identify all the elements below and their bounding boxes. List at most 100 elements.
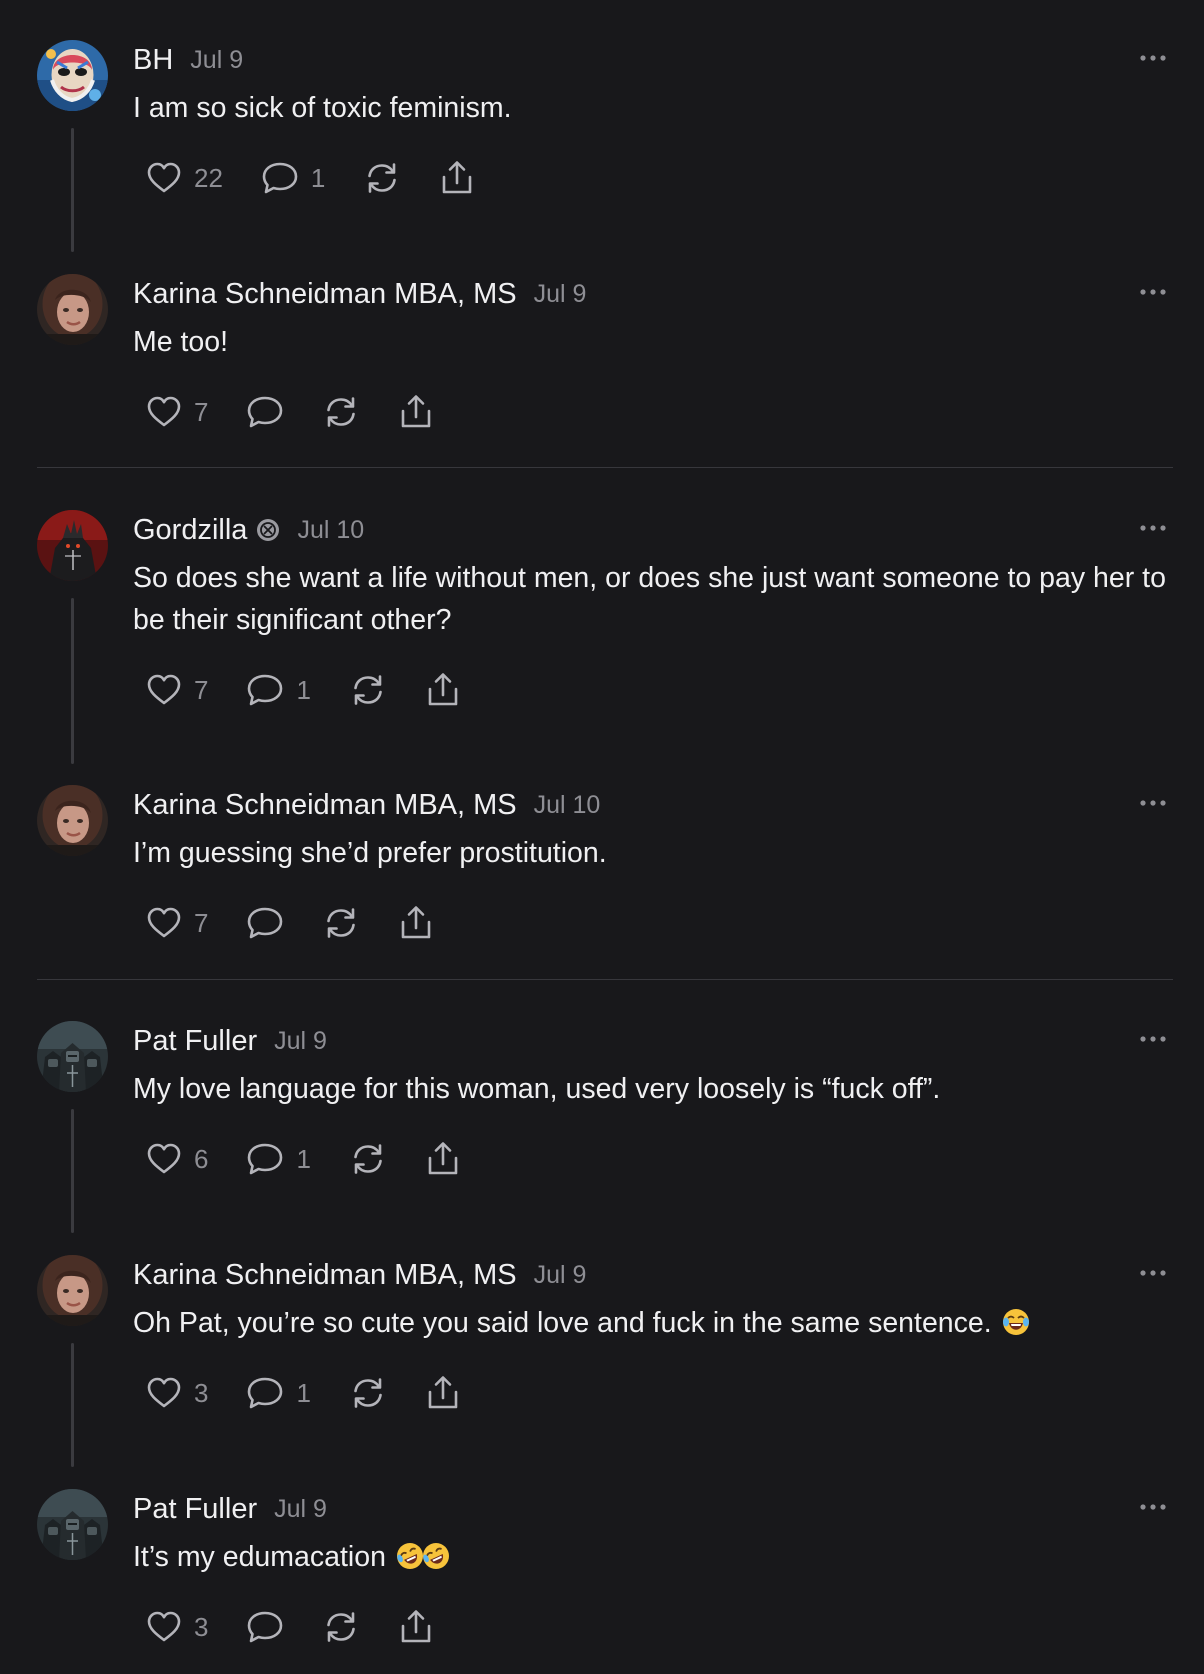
comment-date[interactable]: Jul 10 — [297, 516, 364, 545]
avatar[interactable] — [37, 1021, 108, 1092]
comment-icon — [246, 394, 284, 430]
more-options-icon[interactable] — [1136, 46, 1170, 70]
like-count: 3 — [194, 1377, 209, 1408]
comment-header: Gordzilla Jul 10 — [133, 510, 364, 550]
author-name[interactable]: Pat Fuller — [133, 1493, 257, 1526]
comment-actions: 7 — [146, 901, 434, 945]
rolling-on-floor-laughing-emoji-icon — [422, 1542, 450, 1570]
reply-count: 1 — [296, 674, 311, 705]
comment-actions: 7 — [146, 390, 434, 434]
author-name[interactable]: Karina Schneidman MBA, MS — [133, 789, 517, 822]
heart-icon — [146, 394, 182, 430]
reply-button[interactable] — [246, 1605, 284, 1649]
comment-item: Karina Schneidman MBA, MS Jul 9 Oh Pat, … — [0, 1215, 1204, 1467]
comment-text: Me too! — [133, 326, 229, 358]
comment-date[interactable]: Jul 10 — [534, 791, 601, 820]
heart-icon — [146, 1609, 182, 1645]
comment-date[interactable]: Jul 9 — [274, 1495, 327, 1524]
heart-icon — [146, 1141, 182, 1177]
restack-button[interactable] — [363, 156, 401, 200]
comment-text-content: Oh Pat, you’re so cute you said love and… — [133, 1307, 992, 1339]
heart-icon — [146, 672, 182, 708]
restack-button[interactable] — [349, 1137, 387, 1181]
thread-line — [71, 598, 74, 764]
comment-date[interactable]: Jul 9 — [534, 1261, 587, 1290]
share-button[interactable] — [425, 668, 461, 712]
restack-button[interactable] — [322, 390, 360, 434]
share-icon — [398, 904, 434, 942]
more-options-icon[interactable] — [1136, 1495, 1170, 1519]
like-button[interactable]: 3 — [146, 1371, 208, 1415]
comment-text: My love language for this woman, used ve… — [133, 1073, 941, 1105]
avatar[interactable] — [37, 274, 108, 345]
more-options-icon[interactable] — [1136, 791, 1170, 815]
reply-button[interactable] — [246, 390, 284, 434]
like-button[interactable]: 22 — [146, 156, 223, 200]
reply-count: 1 — [310, 162, 326, 193]
more-options-icon[interactable] — [1136, 1027, 1170, 1051]
comment-date[interactable]: Jul 9 — [190, 46, 243, 75]
avatar[interactable] — [37, 1489, 108, 1560]
restack-icon — [363, 160, 401, 196]
comment-icon — [261, 160, 299, 196]
comment-text: So does she want a life without men, or … — [133, 562, 1166, 636]
share-button[interactable] — [439, 156, 475, 200]
share-icon — [425, 671, 461, 709]
share-button[interactable] — [398, 390, 434, 434]
comment-feed: BH Jul 9 I am so sick of toxic feminism.… — [0, 0, 1204, 1674]
comment-header: Karina Schneidman MBA, MS Jul 10 — [133, 785, 600, 825]
restack-icon — [322, 394, 360, 430]
more-options-icon[interactable] — [1136, 280, 1170, 304]
reply-button[interactable]: 1 — [246, 1371, 311, 1415]
author-name[interactable]: Gordzilla — [133, 514, 247, 547]
reply-count: 1 — [296, 1377, 311, 1408]
reply-button[interactable]: 1 — [246, 668, 311, 712]
share-icon — [398, 393, 434, 431]
face-with-tears-of-joy-emoji-icon — [1002, 1308, 1030, 1336]
restack-button[interactable] — [349, 1371, 387, 1415]
comment-icon — [246, 1609, 284, 1645]
share-button[interactable] — [398, 1605, 434, 1649]
reply-button[interactable] — [246, 901, 284, 945]
like-button[interactable]: 3 — [146, 1605, 208, 1649]
like-count: 3 — [194, 1611, 209, 1642]
comment-text: Oh Pat, you’re so cute you said love and… — [133, 1302, 1173, 1344]
comment-item: Pat Fuller Jul 9 My love language for th… — [0, 981, 1204, 1233]
comment-text-content: It’s my edumacation — [133, 1541, 386, 1573]
comment-date[interactable]: Jul 9 — [534, 280, 587, 309]
comment-actions: 3 — [146, 1605, 434, 1649]
share-icon — [425, 1140, 461, 1178]
heart-icon — [146, 1375, 182, 1411]
author-name[interactable]: Karina Schneidman MBA, MS — [133, 278, 517, 311]
like-button[interactable]: 7 — [146, 390, 208, 434]
author-name[interactable]: Karina Schneidman MBA, MS — [133, 1259, 517, 1292]
comment-header: BH Jul 9 — [133, 40, 243, 80]
share-button[interactable] — [425, 1137, 461, 1181]
author-name[interactable]: BH — [133, 44, 173, 77]
share-button[interactable] — [425, 1371, 461, 1415]
rolling-on-floor-laughing-emoji-icon — [396, 1542, 424, 1570]
restack-button[interactable] — [322, 1605, 360, 1649]
avatar[interactable] — [37, 785, 108, 856]
avatar[interactable] — [37, 40, 108, 111]
like-button[interactable]: 6 — [146, 1137, 208, 1181]
comment-item: Pat Fuller Jul 9 It’s my edumacation 3 — [0, 1449, 1204, 1669]
restack-icon — [349, 672, 387, 708]
share-button[interactable] — [398, 901, 434, 945]
like-count: 22 — [194, 162, 223, 193]
thread-divider — [37, 467, 1173, 468]
share-icon — [398, 1608, 434, 1646]
reply-button[interactable]: 1 — [246, 1137, 311, 1181]
comment-date[interactable]: Jul 9 — [274, 1027, 327, 1056]
avatar[interactable] — [37, 1255, 108, 1326]
more-options-icon[interactable] — [1136, 516, 1170, 540]
restack-button[interactable] — [349, 668, 387, 712]
reply-button[interactable]: 1 — [261, 156, 325, 200]
restack-button[interactable] — [322, 901, 360, 945]
like-button[interactable]: 7 — [146, 668, 208, 712]
avatar[interactable] — [37, 510, 108, 581]
comment-actions: 7 1 — [146, 668, 461, 712]
more-options-icon[interactable] — [1136, 1261, 1170, 1285]
author-name[interactable]: Pat Fuller — [133, 1025, 257, 1058]
like-button[interactable]: 7 — [146, 901, 208, 945]
